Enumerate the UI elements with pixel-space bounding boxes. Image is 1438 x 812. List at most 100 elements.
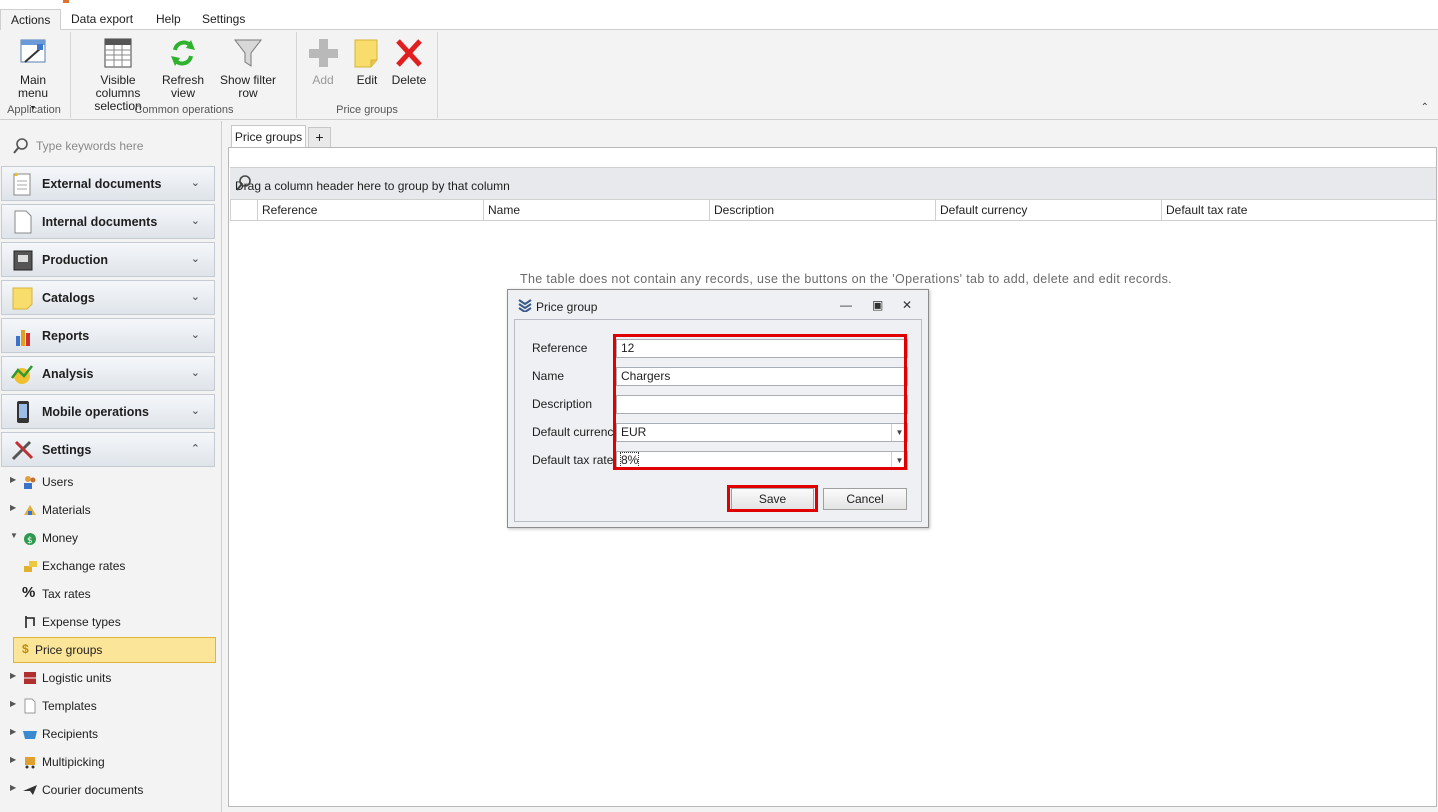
reference-label: Reference [532, 341, 588, 355]
add-button[interactable]: Add [304, 36, 342, 87]
show-filter-row-button[interactable]: Show filter row [210, 36, 286, 100]
nav-item-recipients[interactable]: ▶ Recipients [0, 721, 218, 747]
expense-icon [22, 614, 38, 630]
logistic-icon [22, 670, 38, 686]
sticky-note-icon [10, 286, 36, 310]
materials-icon [22, 502, 38, 518]
expand-arrow-icon: ▶ [10, 699, 17, 708]
nav-item-money[interactable]: ▼ $ Money [0, 525, 218, 551]
group-label-price-groups: Price groups [336, 104, 398, 116]
ribbon-separator [70, 32, 71, 118]
nav-group-settings[interactable]: Settings ⌃ [1, 432, 215, 467]
coins-icon [22, 558, 38, 574]
nav-item-courier-documents[interactable]: ▶ Courier documents [0, 777, 218, 803]
nav-group-label: Analysis [42, 367, 94, 381]
column-header-reference[interactable]: Reference [257, 200, 483, 220]
refresh-view-button[interactable]: Refresh view [160, 36, 206, 100]
tab-help[interactable]: Help [146, 9, 191, 30]
nav-group-label: Mobile operations [42, 405, 149, 419]
show-filter-row-label: Show filter row [219, 73, 277, 100]
empty-table-message: The table does not contain any records, … [520, 272, 1173, 286]
cancel-button[interactable]: Cancel [823, 488, 907, 510]
column-header-description[interactable]: Description [709, 200, 935, 220]
row-indicator-header [230, 200, 257, 220]
analysis-icon [10, 362, 36, 386]
nav-item-users[interactable]: ▶ Users [0, 469, 218, 495]
edit-button[interactable]: Edit [348, 36, 386, 87]
description-label: Description [532, 397, 593, 411]
delete-button[interactable]: Delete [390, 36, 428, 87]
red-x-icon [393, 36, 425, 70]
visible-columns-button[interactable]: Visible columns selection [79, 36, 157, 113]
nav-item-label: Materials [42, 503, 91, 517]
chevron-down-icon: ⌄ [190, 215, 200, 227]
nav-item-multipicking[interactable]: ▶ Multipicking [0, 749, 218, 775]
nav-group-label: External documents [42, 177, 162, 191]
expand-arrow-icon: ▶ [10, 475, 17, 484]
plus-icon [307, 36, 339, 70]
nav-group-catalogs[interactable]: Catalogs ⌄ [1, 280, 215, 315]
tab-data-export[interactable]: Data export [61, 9, 143, 30]
expand-arrow-icon: ▶ [10, 671, 17, 680]
ribbon-separator [437, 32, 438, 118]
tab-settings[interactable]: Settings [192, 9, 255, 30]
column-header-name[interactable]: Name [483, 200, 709, 220]
nav-item-materials[interactable]: ▶ Materials [0, 497, 218, 523]
basket-icon [22, 726, 38, 742]
plane-icon [22, 782, 38, 798]
chevron-down-icon: ⌄ [190, 177, 200, 189]
nav-group-internal-documents[interactable]: Internal documents ⌄ [1, 204, 215, 239]
machine-icon [10, 248, 36, 272]
tab-price-groups[interactable]: Price groups [231, 125, 306, 148]
nav-group-production[interactable]: Production ⌄ [1, 242, 215, 277]
dialog-title: Price group [536, 300, 598, 314]
nav-group-mobile-operations[interactable]: Mobile operations ⌄ [1, 394, 215, 429]
refresh-icon [167, 36, 199, 70]
search-placeholder: Type keywords here [36, 139, 144, 153]
search-icon[interactable] [235, 174, 1426, 197]
note-edit-icon [351, 36, 383, 70]
ribbon: Main menu ▼ Application Visible columns … [0, 30, 1438, 120]
nav-item-label: Price groups [35, 643, 103, 657]
app-logo-icon [518, 298, 532, 315]
users-icon [22, 474, 38, 490]
nav-item-label: Money [42, 531, 79, 545]
cart-icon [22, 754, 38, 770]
nav-item-exchange-rates[interactable]: Exchange rates [0, 553, 218, 579]
nav-item-label: Logistic units [42, 671, 112, 685]
nav-search-input[interactable]: Type keywords here [4, 131, 216, 159]
group-label-common: Common operations [134, 104, 234, 116]
nav-item-tax-rates[interactable]: % Tax rates [0, 581, 218, 607]
document-blank-icon [10, 210, 36, 234]
tools-icon [10, 438, 36, 462]
collapse-arrow-icon: ▼ [10, 531, 18, 540]
refresh-label-2: view [170, 86, 195, 100]
nav-item-label: Templates [42, 699, 97, 713]
highlight-fields-box [613, 334, 907, 470]
column-header-row: Reference Name Description Default curre… [230, 200, 1436, 221]
default-tax-rate-label: Default tax rate [532, 453, 614, 467]
filter-icon [232, 36, 264, 70]
add-tab-button[interactable]: + [308, 127, 331, 148]
nav-group-reports[interactable]: Reports ⌄ [1, 318, 215, 353]
percent-icon: % [22, 584, 36, 601]
nav-item-logistic-units[interactable]: ▶ Logistic units [0, 665, 218, 691]
close-icon[interactable]: ✕ [902, 298, 912, 312]
nav-item-price-groups[interactable]: $ Price groups [13, 637, 216, 663]
chevron-down-icon: ⌄ [190, 405, 200, 417]
column-header-default-tax-rate[interactable]: Default tax rate [1161, 200, 1436, 220]
nav-group-external-documents[interactable]: External documents ⌄ [1, 166, 215, 201]
nav-item-expense-types[interactable]: Expense types [0, 609, 218, 635]
nav-group-label: Catalogs [42, 291, 95, 305]
column-header-default-currency[interactable]: Default currency [935, 200, 1161, 220]
minimize-icon[interactable]: — [840, 298, 852, 312]
ribbon-tab-bar: Actions Data export Help Settings [0, 0, 1438, 31]
group-by-panel[interactable]: Drag a column header here to group by th… [230, 167, 1436, 200]
nav-item-templates[interactable]: ▶ Templates [0, 693, 218, 719]
nav-group-analysis[interactable]: Analysis ⌄ [1, 356, 215, 391]
add-label: Add [312, 73, 334, 87]
collapse-ribbon-icon[interactable]: ⌃ [1421, 102, 1429, 113]
restore-icon[interactable]: ▣ [872, 298, 883, 312]
search-icon [12, 137, 30, 159]
tab-actions[interactable]: Actions [0, 9, 62, 31]
